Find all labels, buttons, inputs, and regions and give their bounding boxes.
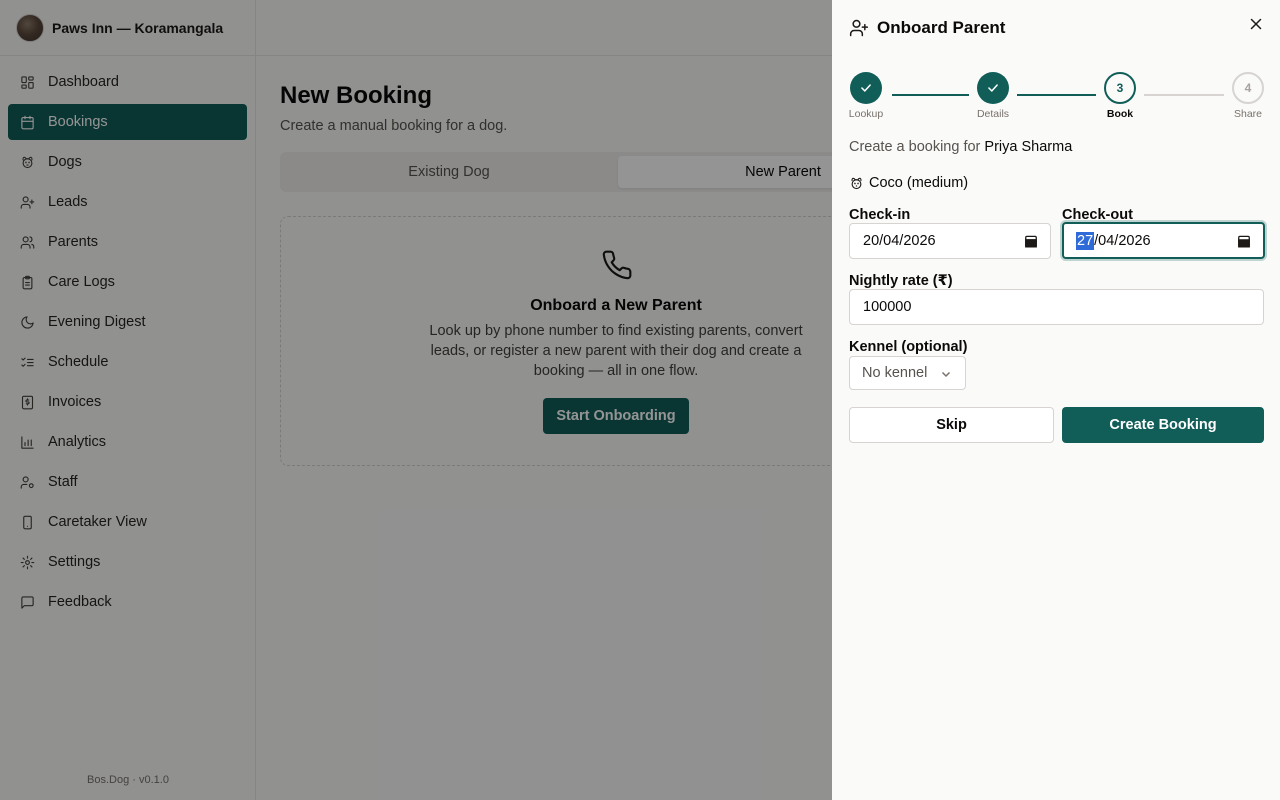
step-2-label: Details	[976, 108, 1010, 120]
check-icon	[988, 84, 998, 92]
checkout-label: Check-out	[1062, 207, 1133, 223]
step-connector	[1017, 94, 1096, 96]
checkout-day-selected: 27	[1076, 231, 1095, 250]
step-3-label: Book	[1106, 108, 1134, 120]
stepper: Lookup Details 3 Book 4 Share	[849, 72, 1264, 124]
checkin-value: 20/04/2026	[863, 233, 936, 249]
check-icon	[861, 84, 871, 92]
calendar-icon[interactable]	[1024, 234, 1038, 248]
kennel-label: Kennel (optional)	[849, 339, 968, 355]
dog-name: Coco (medium)	[869, 175, 969, 191]
checkout-date-input[interactable]: 27/04/2026	[1062, 222, 1265, 259]
rate-label: Nightly rate (₹)	[849, 273, 953, 289]
drawer-title: Onboard Parent	[877, 18, 1006, 37]
step-4-circle: 4	[1232, 72, 1264, 104]
kennel-select[interactable]: No kennel	[849, 356, 966, 390]
checkin-date-input[interactable]: 20/04/2026	[849, 223, 1051, 259]
step-1-label: Lookup	[848, 108, 884, 120]
step-2-circle	[977, 72, 1009, 104]
context-prefix: Create a booking for	[849, 139, 981, 155]
create-booking-button[interactable]: Create Booking	[1062, 407, 1264, 443]
rate-value: 100000	[863, 299, 912, 315]
nightly-rate-input[interactable]: 100000	[849, 289, 1264, 325]
booking-context: Create a booking for Priya Sharma	[849, 139, 1072, 155]
chevron-down-icon	[941, 371, 951, 378]
kennel-value: No kennel	[862, 365, 928, 381]
checkin-label: Check-in	[849, 207, 911, 223]
onboard-drawer: Onboard Parent Lookup Details 3 Book 4 S…	[832, 0, 1280, 800]
parent-name: Priya Sharma	[984, 139, 1073, 155]
drawer-header: Onboard Parent	[849, 18, 1005, 38]
skip-button[interactable]: Skip	[849, 407, 1054, 443]
step-4-label: Share	[1233, 108, 1263, 120]
modal-overlay[interactable]	[0, 0, 832, 800]
calendar-icon[interactable]	[1237, 234, 1251, 248]
user-plus-icon	[849, 19, 869, 37]
step-connector	[892, 94, 969, 96]
dog-icon	[851, 177, 862, 189]
close-icon[interactable]	[1248, 16, 1264, 32]
step-connector	[1144, 94, 1224, 96]
dog-info: Coco (medium)	[849, 175, 968, 191]
checkout-rest: /04/2026	[1094, 232, 1151, 249]
step-1-circle	[850, 72, 882, 104]
step-3-circle: 3	[1104, 72, 1136, 104]
